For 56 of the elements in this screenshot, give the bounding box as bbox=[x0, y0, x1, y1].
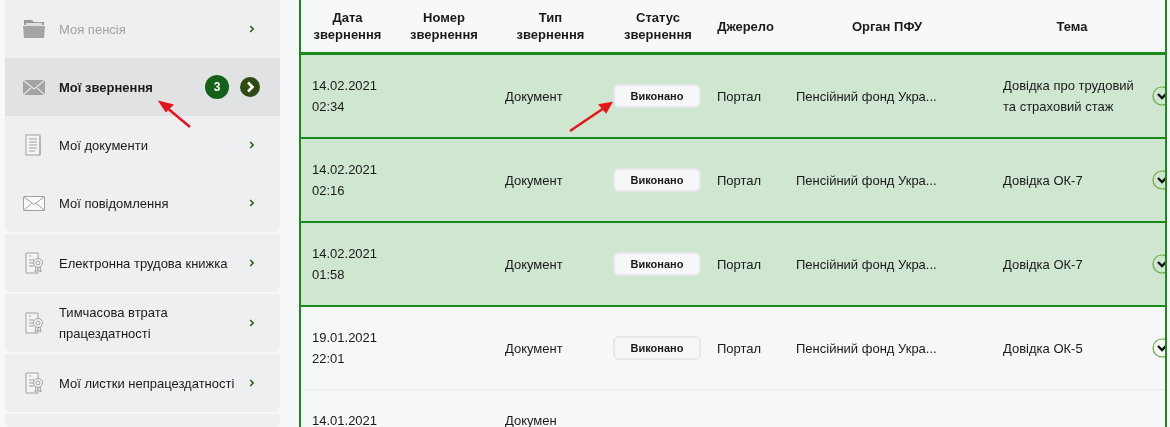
date-text: 14.02.2021 bbox=[312, 77, 379, 95]
topic-text: Довідка ОК-5 bbox=[1003, 340, 1083, 356]
table-row[interactable]: 14.02.2021 02:16 Документ Виконано Портал Пенсійний фонд Укра... Довідка ОК-7 bbox=[301, 138, 1165, 222]
time-text: 01:58 bbox=[312, 266, 346, 284]
sidebar-item[interactable]: Тимчасова втрата працездатності bbox=[5, 294, 280, 352]
type-text: Документ bbox=[505, 256, 563, 272]
annotation-arrow bbox=[157, 100, 191, 128]
menu-label: Тимчасова втрата працездатності bbox=[59, 304, 169, 343]
menu-label: Мої листки непрацездатності bbox=[59, 374, 236, 393]
sidebar-item[interactable]: Мої документи bbox=[5, 116, 280, 174]
topic-text: Довідка про трудовий та страховий стаж bbox=[1003, 78, 1134, 114]
type-text: Докумен bbox=[505, 413, 557, 427]
folder-icon bbox=[22, 17, 46, 41]
sidebar-item[interactable]: Електронна трудова книжка bbox=[5, 234, 280, 292]
office-text: Пенсійний фонд Укра... bbox=[796, 172, 937, 188]
date-text: 14.01.2021 bbox=[312, 412, 379, 427]
status-badge: Виконано bbox=[613, 84, 701, 108]
date-text: 19.01.2021 bbox=[312, 329, 379, 347]
date-text: 14.02.2021 bbox=[312, 245, 379, 263]
source-text: Портал bbox=[717, 340, 762, 356]
type-text: Документ bbox=[505, 340, 563, 356]
time-text: 02:34 bbox=[312, 98, 346, 116]
date-text: 14.02.2021 bbox=[312, 161, 379, 179]
source-text: Портал bbox=[717, 172, 762, 188]
status-badge: Виконано bbox=[613, 168, 701, 192]
source-text: Портал bbox=[717, 256, 762, 272]
status-badge: Виконано bbox=[613, 336, 701, 360]
topic-text: Довідка ОК-7 bbox=[1003, 256, 1083, 272]
chevron-right-icon bbox=[240, 77, 260, 97]
type-text: Документ bbox=[505, 88, 563, 104]
table-row[interactable]: 14.02.2021 01:58 Документ Виконано Портал Пенсійний фонд Укра... Довідка ОК-7 bbox=[301, 222, 1165, 306]
menu-label: Електронна трудова книжка bbox=[59, 254, 229, 273]
certificate-icon bbox=[22, 251, 46, 275]
office-text: Пенсійний фонд Укра... bbox=[796, 88, 937, 104]
table-row[interactable]: 14.02.2021 02:34 Документ Виконано Портал Пенсійний фонд Укра... Довідка про трудовий та страховий стаж bbox=[301, 53, 1165, 138]
certificate-icon bbox=[22, 311, 46, 335]
menu-label: Мої документи bbox=[59, 136, 149, 155]
source-text: Портал bbox=[717, 88, 762, 104]
time-text: 22:01 bbox=[312, 350, 346, 368]
certificate-icon bbox=[22, 371, 46, 395]
table-row[interactable]: 19.01.2021 22:01 Документ Виконано Портал Пенсійний фонд Укра... Довідка ОК-5 bbox=[301, 306, 1165, 390]
topic-text: Довідка ОК-7 bbox=[1003, 172, 1083, 188]
sidebar-item[interactable]: Мої звернення 3 bbox=[5, 58, 280, 116]
status-badge: Виконано bbox=[613, 252, 701, 276]
table-row[interactable]: 14.01.2021 Докумен bbox=[301, 389, 1165, 427]
menu-label: Моя пенсія bbox=[59, 20, 127, 39]
sidebar-item[interactable]: Мої повідомлення bbox=[5, 174, 280, 232]
annotation-arrow bbox=[569, 101, 613, 133]
sidebar-item[interactable]: Мої листки непрацездатності bbox=[5, 354, 280, 412]
type-text: Документ bbox=[505, 172, 563, 188]
time-text: 02:16 bbox=[312, 182, 346, 200]
office-text: Пенсійний фонд Укра... bbox=[796, 340, 937, 356]
menu-label: Мої звернення bbox=[59, 78, 154, 97]
count-badge: 3 bbox=[205, 75, 229, 99]
office-text: Пенсійний фонд Укра... bbox=[796, 256, 937, 272]
menu-label: Мої повідомлення bbox=[59, 194, 170, 213]
